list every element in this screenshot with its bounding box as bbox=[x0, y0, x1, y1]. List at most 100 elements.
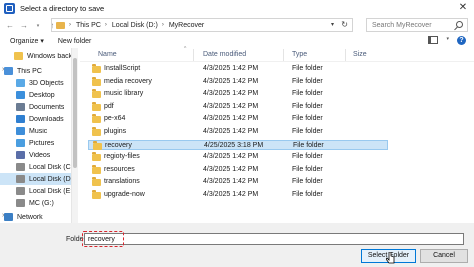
file-date: 4/3/2025 1:42 PM bbox=[203, 153, 259, 161]
refresh-icon[interactable]: ↻ bbox=[341, 20, 348, 29]
help-icon[interactable]: ? bbox=[457, 36, 466, 45]
sidebar-item[interactable]: Desktop bbox=[0, 89, 71, 101]
highlight-annotation bbox=[82, 231, 124, 247]
search-input[interactable]: Search MyRecover bbox=[366, 18, 468, 32]
sidebar-item[interactable]: Videos bbox=[0, 149, 71, 161]
folder-icon bbox=[92, 101, 101, 111]
recent-dropdown-icon[interactable]: ▾ bbox=[31, 19, 45, 33]
organize-button[interactable]: Organize ▾ bbox=[10, 37, 44, 45]
sidebar-item[interactable]: › Network bbox=[0, 211, 71, 223]
cancel-button[interactable]: Cancel bbox=[420, 249, 468, 263]
sidebar-item[interactable]: Pictures bbox=[0, 137, 71, 149]
file-row[interactable]: music library 4/3/2025 1:42 PM File folder bbox=[88, 89, 388, 99]
scrollbar-thumb[interactable] bbox=[73, 58, 77, 168]
sidebar-item-label: Downloads bbox=[29, 115, 64, 123]
chevron-down-icon[interactable]: ▾ bbox=[331, 21, 334, 28]
file-row[interactable]: plugins 4/3/2025 1:42 PM File folder bbox=[88, 127, 388, 137]
file-date: 4/3/2025 1:42 PM bbox=[203, 77, 259, 85]
chevron-right-icon: › bbox=[69, 22, 71, 28]
back-arrow-icon[interactable]: ← bbox=[3, 19, 17, 33]
sidebar-item-label: Windows backu bbox=[27, 52, 72, 60]
file-row[interactable]: pdf 4/3/2025 1:42 PM File folder bbox=[88, 101, 388, 112]
breadcrumb-local-disk[interactable]: Local Disk (D:) bbox=[112, 22, 158, 29]
address-row: ← → ▾ ↑ › This PC › Local Disk (D:) › My… bbox=[0, 17, 474, 34]
file-type: File folder bbox=[292, 165, 323, 173]
videos-icon bbox=[16, 151, 25, 159]
chevron-right-icon[interactable]: › bbox=[2, 66, 4, 73]
file-name: plugins bbox=[104, 128, 127, 135]
sidebar-item[interactable]: Windows backu bbox=[0, 50, 72, 62]
chevron-down-icon[interactable]: ▾ bbox=[446, 36, 449, 45]
toolbar: Organize ▾ New folder ▾ ? bbox=[0, 34, 474, 48]
folder-name-input[interactable] bbox=[84, 233, 464, 245]
drive-icon bbox=[16, 163, 25, 171]
sidebar-item-label: Desktop bbox=[29, 91, 55, 99]
close-button[interactable]: ✕ bbox=[458, 3, 468, 13]
sidebar-item[interactable]: Local Disk (D:) bbox=[0, 173, 71, 185]
file-row[interactable]: regioty-files 4/3/2025 1:42 PM File folder bbox=[88, 152, 388, 162]
file-row[interactable]: translations 4/3/2025 1:42 PM File folder bbox=[88, 177, 388, 187]
file-date: 4/3/2025 1:42 PM bbox=[203, 115, 259, 123]
column-divider[interactable] bbox=[283, 49, 284, 61]
sidebar-item[interactable]: Downloads bbox=[0, 113, 71, 125]
folder-icon bbox=[92, 164, 101, 174]
sidebar-item[interactable]: MC (G:) bbox=[0, 197, 71, 209]
new-folder-button[interactable]: New folder bbox=[58, 38, 91, 45]
sidebar-item[interactable]: Music bbox=[0, 125, 71, 137]
file-name: pe-x64 bbox=[104, 115, 126, 123]
breadcrumb-this-pc[interactable]: This PC bbox=[76, 22, 101, 29]
sidebar-item-label: Videos bbox=[29, 151, 51, 159]
sidebar-item-label: Local Disk (C:) bbox=[29, 163, 72, 171]
sidebar-item[interactable]: Local Disk (E:) bbox=[0, 185, 72, 197]
cube-icon bbox=[16, 79, 25, 87]
file-row[interactable]: recovery 4/25/2025 3:18 PM File folder bbox=[88, 139, 388, 150]
sidebar-item[interactable]: Local Disk (C:) bbox=[0, 161, 72, 173]
sidebar-item-label: Local Disk (E:) bbox=[29, 187, 72, 195]
music-icon bbox=[16, 127, 25, 135]
nav-scrollbar[interactable] bbox=[72, 48, 78, 223]
file-row[interactable]: resources 4/3/2025 1:42 PM File folder bbox=[88, 164, 388, 175]
file-name: translations bbox=[104, 178, 140, 186]
app-icon bbox=[4, 3, 15, 14]
desktop-icon bbox=[16, 91, 25, 99]
file-type: File folder bbox=[292, 77, 323, 85]
file-name: regioty-files bbox=[104, 153, 140, 161]
sidebar-item[interactable]: 3D Objects bbox=[0, 77, 71, 89]
sidebar-item-label: Pictures bbox=[29, 139, 55, 147]
file-row[interactable]: media recovery 4/3/2025 1:42 PM File folde… bbox=[88, 76, 388, 87]
chevron-right-icon: › bbox=[161, 22, 164, 28]
chevron-right-icon[interactable]: › bbox=[2, 212, 4, 219]
chevron-right-icon: › bbox=[104, 22, 107, 28]
column-divider[interactable] bbox=[193, 49, 194, 61]
column-type[interactable]: Type bbox=[292, 51, 307, 58]
drive-icon bbox=[16, 199, 25, 207]
file-name: pdf bbox=[104, 102, 114, 110]
view-options-icon[interactable] bbox=[428, 36, 439, 44]
folder-icon bbox=[92, 152, 101, 162]
column-divider[interactable] bbox=[345, 49, 346, 61]
file-row[interactable]: pe-x64 4/3/2025 1:42 PM File folder bbox=[88, 114, 388, 124]
search-placeholder: Search MyRecover bbox=[372, 21, 432, 29]
folder-icon bbox=[92, 76, 101, 86]
sidebar-item[interactable]: › This PC bbox=[0, 65, 71, 77]
sidebar-item[interactable]: Documents bbox=[0, 101, 71, 113]
file-type: File folder bbox=[292, 90, 323, 98]
file-name: resources bbox=[104, 165, 135, 173]
sidebar-item-label: 3D Objects bbox=[29, 79, 64, 87]
sidebar-item-label: MC (G:) bbox=[29, 199, 54, 207]
file-type: File folder bbox=[292, 65, 323, 72]
file-row[interactable]: upgrade-now 4/3/2025 1:42 PM File folder bbox=[88, 190, 388, 200]
column-name[interactable]: Name bbox=[98, 51, 117, 58]
column-size[interactable]: Size bbox=[353, 51, 367, 58]
file-type: File folder bbox=[292, 178, 323, 186]
drive-icon bbox=[16, 175, 25, 183]
column-date-modified[interactable]: Date modified bbox=[203, 51, 246, 58]
breadcrumb-myrecover[interactable]: MyRecover bbox=[169, 22, 204, 29]
forward-arrow-icon[interactable]: → bbox=[17, 19, 31, 33]
sidebar-item-label: Network bbox=[17, 213, 43, 221]
file-row[interactable]: InstallScript 4/3/2025 1:42 PM File folder bbox=[88, 64, 388, 74]
file-date: 4/25/2025 3:18 PM bbox=[204, 141, 264, 149]
sort-ascending-icon: ^ bbox=[184, 46, 187, 52]
address-bar[interactable]: › This PC › Local Disk (D:) › MyRecover … bbox=[51, 18, 353, 32]
file-date: 4/3/2025 1:42 PM bbox=[203, 178, 259, 186]
